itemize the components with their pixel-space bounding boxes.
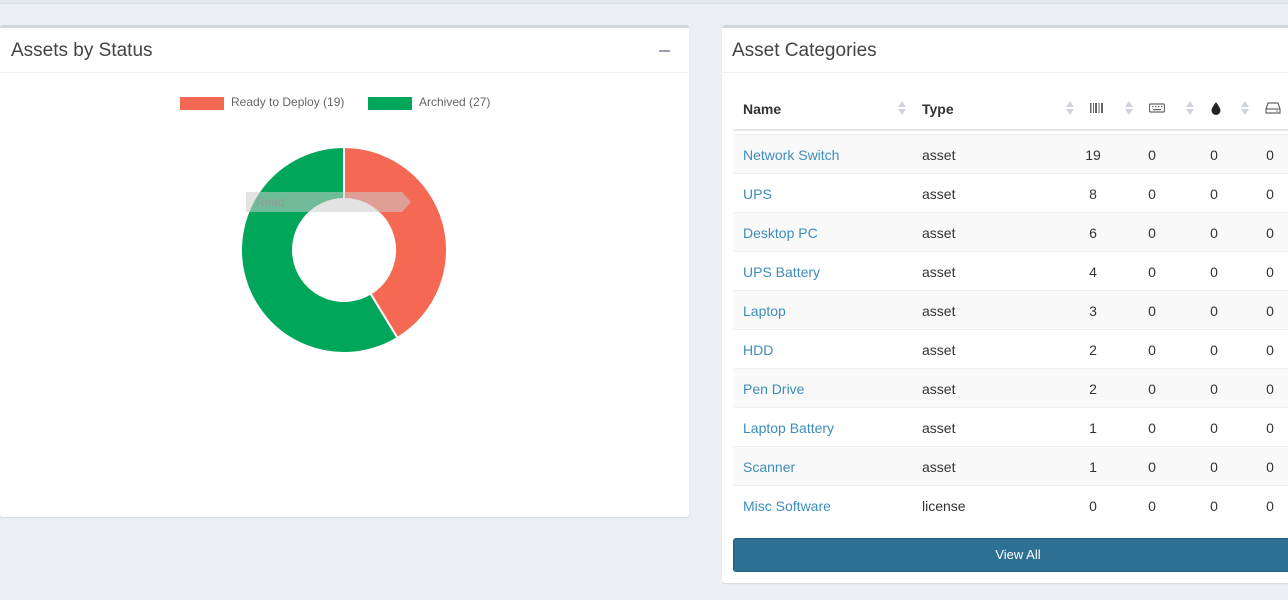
sort-icon[interactable]	[1125, 99, 1133, 117]
count-cell: 1	[1089, 459, 1097, 475]
category-name-link[interactable]: Scanner	[743, 459, 795, 475]
table-row: Laptop Battery asset 1 0 0 0	[733, 407, 1288, 446]
count-cell: 0	[1148, 420, 1156, 436]
table-row: Scanner asset 1 0 0 0	[733, 446, 1288, 485]
category-name-link[interactable]: UPS	[743, 186, 772, 202]
asset-categories-panel: Asset Categories Name Type Network Switc…	[722, 25, 1288, 583]
tooltip-text: Read	[256, 195, 285, 209]
count-cell: 0	[1148, 186, 1156, 202]
category-name-link[interactable]: Pen Drive	[743, 381, 804, 397]
column-header-type[interactable]: Type	[922, 101, 954, 117]
count-cell: 0	[1148, 381, 1156, 397]
sort-icon[interactable]	[1241, 99, 1249, 117]
table-row: HDD asset 2 0 0 0	[733, 329, 1288, 368]
count-cell: 0	[1148, 459, 1156, 475]
count-cell: 0	[1266, 186, 1274, 202]
category-type: asset	[922, 420, 956, 436]
count-cell: 4	[1089, 264, 1097, 280]
count-cell: 3	[1089, 303, 1097, 319]
table-row: Misc Software license 0 0 0 0	[733, 485, 1288, 524]
count-cell: 6	[1089, 225, 1097, 241]
count-cell: 0	[1148, 264, 1156, 280]
category-type: asset	[922, 381, 956, 397]
count-cell: 0	[1148, 342, 1156, 358]
count-cell: 1	[1089, 420, 1097, 436]
category-name-link[interactable]: HDD	[743, 342, 773, 358]
count-cell: 2	[1089, 381, 1097, 397]
table-row: Pen Drive asset 2 0 0 0	[733, 368, 1288, 407]
table-row: UPS asset 8 0 0 0	[733, 173, 1288, 212]
category-type: asset	[922, 225, 956, 241]
status-donut-chart: Read	[240, 145, 448, 354]
count-cell: 2	[1089, 342, 1097, 358]
count-cell: 0	[1266, 147, 1274, 163]
category-name-link[interactable]: Desktop PC	[743, 225, 818, 241]
sort-icon[interactable]	[1066, 99, 1074, 117]
count-cell: 0	[1210, 420, 1218, 436]
category-name-link[interactable]: UPS Battery	[743, 264, 820, 280]
count-cell: 0	[1266, 420, 1274, 436]
count-cell: 0	[1266, 459, 1274, 475]
table-row: Laptop asset 3 0 0 0	[733, 290, 1288, 329]
sort-icon[interactable]	[1186, 99, 1194, 117]
category-type: asset	[922, 459, 956, 475]
view-all-button[interactable]: View All	[733, 538, 1288, 572]
count-cell: 0	[1210, 264, 1218, 280]
count-cell: 0	[1210, 381, 1218, 397]
table-row: Network Switch asset 19 0 0 0	[733, 134, 1288, 173]
table-row: UPS Battery asset 4 0 0 0	[733, 251, 1288, 290]
keyboard-icon[interactable]	[1149, 100, 1165, 116]
category-name-link[interactable]: Network Switch	[743, 147, 839, 163]
count-cell: 0	[1210, 303, 1218, 319]
table-header: Name Type	[733, 86, 1288, 131]
category-name-link[interactable]: Laptop	[743, 303, 786, 319]
count-cell: 0	[1266, 264, 1274, 280]
count-cell: 0	[1089, 498, 1097, 514]
categories-table: Name Type Network Switch asset 19 0 0 0 UPS ass…	[733, 86, 1288, 530]
category-type: asset	[922, 303, 956, 319]
count-cell: 0	[1266, 498, 1274, 514]
tint-icon[interactable]	[1208, 100, 1224, 116]
count-cell: 0	[1210, 225, 1218, 241]
chart-tooltip: Read	[246, 192, 411, 212]
sort-icon[interactable]	[898, 99, 906, 117]
category-type: asset	[922, 264, 956, 280]
count-cell: 0	[1148, 147, 1156, 163]
top-navbar-edge	[0, 0, 1288, 4]
barcode-icon[interactable]	[1089, 100, 1105, 116]
category-type: license	[922, 498, 966, 514]
table-row: Desktop PC asset 6 0 0 0	[733, 212, 1288, 251]
count-cell: 0	[1266, 225, 1274, 241]
category-name-link[interactable]: Laptop Battery	[743, 420, 834, 436]
count-cell: 19	[1085, 147, 1101, 163]
count-cell: 0	[1210, 459, 1218, 475]
count-cell: 0	[1210, 147, 1218, 163]
assets-by-status-panel: Assets by Status Ready to Deploy (19) Ar…	[0, 25, 689, 517]
category-type: asset	[922, 147, 956, 163]
panel-title: Asset Categories	[732, 40, 877, 61]
category-name-link[interactable]: Misc Software	[743, 498, 831, 514]
count-cell: 0	[1148, 498, 1156, 514]
hdd-icon[interactable]	[1265, 100, 1281, 116]
category-type: asset	[922, 342, 956, 358]
category-type: asset	[922, 186, 956, 202]
count-cell: 0	[1210, 342, 1218, 358]
column-header-name[interactable]: Name	[743, 101, 781, 117]
count-cell: 0	[1266, 381, 1274, 397]
panel-header: Asset Categories	[722, 28, 1288, 73]
count-cell: 0	[1148, 303, 1156, 319]
count-cell: 0	[1266, 303, 1274, 319]
count-cell: 8	[1089, 186, 1097, 202]
count-cell: 0	[1148, 225, 1156, 241]
count-cell: 0	[1210, 186, 1218, 202]
count-cell: 0	[1210, 498, 1218, 514]
count-cell: 0	[1266, 342, 1274, 358]
